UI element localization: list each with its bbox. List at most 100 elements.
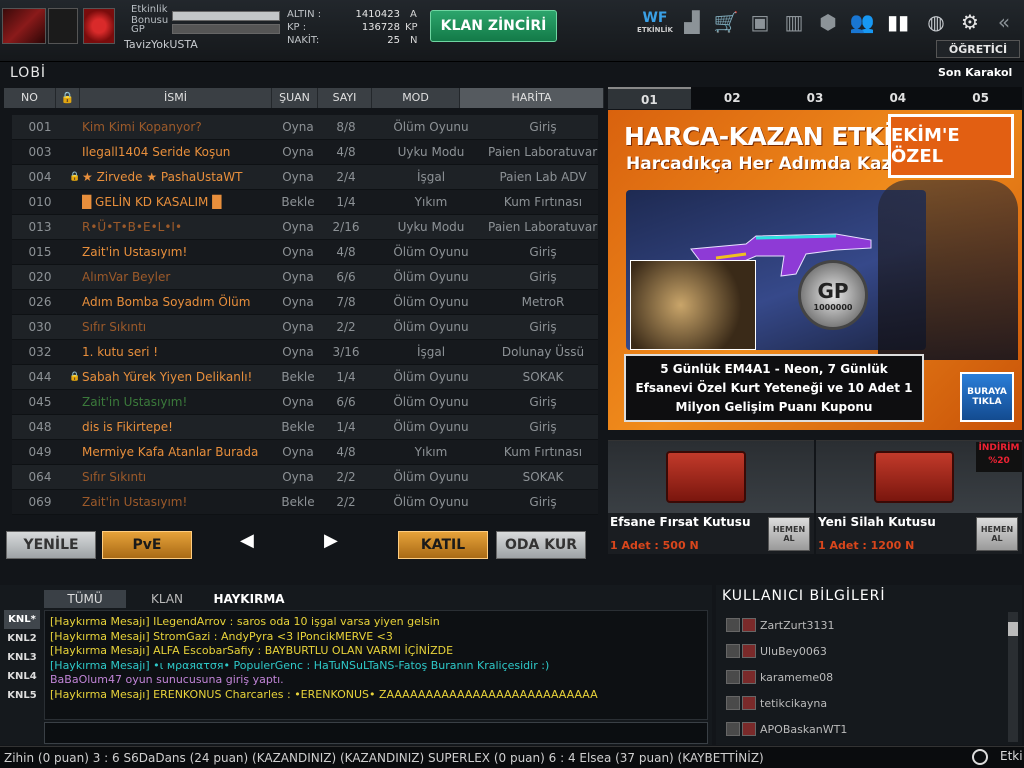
clan-icon xyxy=(742,618,756,632)
column-name[interactable]: İSMİ xyxy=(80,88,272,108)
room-row[interactable]: 003 Ilegall1404 Seride Koşun Oyna 4/8 Uyku M… xyxy=(12,140,598,165)
event-icon[interactable]: WF ETKİNLİK xyxy=(637,8,673,36)
user-icon[interactable] xyxy=(972,749,988,765)
user-list-item[interactable]: karameme08 xyxy=(726,664,1006,690)
match-result-ticker: Zihin (0 puan) 3 : 6 S6DaDans (24 puan) … xyxy=(0,746,1024,768)
room-map: Paien Laboratuvarı xyxy=(488,145,598,159)
tutorial-button[interactable]: ÖĞRETİCİ xyxy=(936,40,1020,58)
column-status[interactable]: ŞUAN xyxy=(272,88,318,108)
scrollbar-thumb[interactable] xyxy=(1008,622,1018,636)
event-banner[interactable]: HARCA-KAZAN ETKİNLİĞİ Harcadıkça Her Adı… xyxy=(608,110,1022,430)
column-map[interactable]: HARİTA xyxy=(460,88,604,108)
prev-page-icon[interactable]: ◀ xyxy=(240,530,254,551)
clan-logo[interactable] xyxy=(2,8,46,44)
room-row[interactable]: 010 █ GELİN KD KASALIM █ Bekle 1/4 Yıkım Kum … xyxy=(12,190,598,215)
channel-2[interactable]: KNL2 xyxy=(4,629,40,648)
room-number: 064 xyxy=(28,470,52,484)
room-map: Paien Lab ADV xyxy=(499,170,587,184)
column-mode[interactable]: MOD xyxy=(372,88,460,108)
discount-badge: İNDİRİM %20 xyxy=(976,442,1022,472)
room-row[interactable]: 044 🔒 Sabah Yürek Yiyen Delikanlı! Bekle 1/4… xyxy=(12,365,598,390)
room-row[interactable]: 049 Mermiye Kafa Atanlar Burada Oyna 4/8 Yık… xyxy=(12,440,598,465)
room-row[interactable]: 045 Zait'in Ustasıyım! Oyna 6/6 Ölüm Oyunu Gi… xyxy=(12,390,598,415)
characters-image xyxy=(878,180,1018,360)
user-list-item[interactable]: UluBey0063 xyxy=(726,638,1006,664)
banner-tab-2[interactable]: 02 xyxy=(691,87,774,109)
clan-icon xyxy=(742,670,756,684)
room-row[interactable]: 030 Sıfır Sıkıntı Oyna 2/2 Ölüm Oyunu Giriş xyxy=(12,315,598,340)
rank-badge-icon[interactable] xyxy=(83,8,115,44)
chest-icon xyxy=(666,451,746,503)
banner-tab-4[interactable]: 04 xyxy=(856,87,939,109)
back-icon[interactable]: « xyxy=(990,8,1018,36)
room-player-count: 6/6 xyxy=(336,270,356,284)
chat-tab-all[interactable]: TÜMÜ xyxy=(44,590,126,608)
inventory-icon[interactable]: ▣ xyxy=(746,8,774,36)
chat-tab-shout[interactable]: HAYKIRMA xyxy=(208,590,290,608)
clan-chain-button[interactable]: KLAN ZİNCİRİ xyxy=(430,10,557,42)
room-row[interactable]: 001 Kim Kimi Kopanyor? Oyna 8/8 Ölüm Oyunu Gi… xyxy=(12,115,598,140)
next-page-icon[interactable]: ▶ xyxy=(324,530,338,551)
room-row[interactable]: 032 1. kutu seri ! Oyna 3/16 İşgal Dolunay Üs… xyxy=(12,340,598,365)
user-list-item[interactable]: APOBaskanWT1 xyxy=(726,716,1006,742)
room-row[interactable]: 069 Zait'in Ustasıyım! Bekle 2/2 Ölüm Oyunu G… xyxy=(12,490,598,515)
room-status: Oyna xyxy=(282,245,314,259)
room-lock-icon xyxy=(68,465,82,489)
gear-icon[interactable]: ⚙ xyxy=(956,8,984,36)
friends-icon[interactable]: 👥 xyxy=(848,8,876,36)
room-name: Zait'in Ustasıyım! xyxy=(82,395,188,409)
room-status: Oyna xyxy=(282,220,314,234)
cash-label: NAKİT: xyxy=(287,35,320,46)
buy-now-button[interactable]: HEMEN AL xyxy=(976,517,1018,551)
room-row[interactable]: 020 AlımVar Beyler Oyna 6/6 Ölüm Oyunu Giriş xyxy=(12,265,598,290)
room-row[interactable]: 013 R•Ü•T•B•E•L•I• Oyna 2/16 Uyku Modu Paien … xyxy=(12,215,598,240)
shop-item-price: 1 Adet : 1200 N xyxy=(818,539,915,552)
globe-icon[interactable]: ◍ xyxy=(922,8,950,36)
user-list-scrollbar[interactable] xyxy=(1008,612,1018,742)
room-lock-icon xyxy=(68,390,82,414)
column-no[interactable]: NO xyxy=(4,88,56,108)
pve-button[interactable]: PvE xyxy=(102,531,192,559)
room-lock-icon xyxy=(68,290,82,314)
storage-icon[interactable]: ▥ xyxy=(780,8,808,36)
shop-item-name: Yeni Silah Kutusu xyxy=(818,515,936,529)
ranking-icon[interactable]: ▮▮ xyxy=(884,8,912,36)
user-list-item[interactable]: tetikcikayna xyxy=(726,690,1006,716)
user-list-item[interactable]: ZartZurt3131 xyxy=(726,612,1006,638)
room-name: Mermiye Kafa Atanlar Burada xyxy=(82,445,259,459)
banner-click-button[interactable]: BURAYA TIKLA xyxy=(960,372,1014,422)
room-map: Giriş xyxy=(529,270,557,284)
join-button[interactable]: KATIL xyxy=(398,531,488,559)
refresh-button[interactable]: YENİLE xyxy=(6,531,96,559)
room-row[interactable]: 064 Sıfır Sıkıntı Oyna 2/2 Ölüm Oyunu SOKAK xyxy=(12,465,598,490)
clan-emblem[interactable] xyxy=(48,8,78,44)
room-row[interactable]: 048 dis is Fikirtepe! Bekle 1/4 Ölüm Oyunu Gi… xyxy=(12,415,598,440)
buy-now-button[interactable]: HEMEN AL xyxy=(768,517,810,551)
column-lock[interactable]: 🔒 xyxy=(56,88,80,108)
column-count[interactable]: SAYI xyxy=(318,88,372,108)
room-row[interactable]: 015 Zait'in Ustasıyım! Oyna 4/8 Ölüm Oyunu Gi… xyxy=(12,240,598,265)
banner-tab-1[interactable]: 01 xyxy=(608,87,691,109)
room-name: R•Ü•T•B•E•L•I• xyxy=(82,220,183,234)
shop-item-1[interactable]: Efsane Fırsat Kutusu 1 Adet : 500 N HEME… xyxy=(608,440,814,554)
channel-5[interactable]: KNL5 xyxy=(4,686,40,705)
create-room-button[interactable]: ODA KUR xyxy=(496,531,586,559)
tutorial-label: ÖĞRETİCİ xyxy=(948,42,1008,56)
channel-4[interactable]: KNL4 xyxy=(4,667,40,686)
room-row[interactable]: 026 Adım Bomba Soyadım Ölüm Oyna 7/8 Ölüm Oy… xyxy=(12,290,598,315)
banner-tab-5[interactable]: 05 xyxy=(939,87,1022,109)
stats-icon[interactable]: ▟ xyxy=(678,8,706,36)
gp-label: GP xyxy=(131,24,145,35)
room-map: SOKAK xyxy=(522,370,564,384)
channel-1[interactable]: KNL* xyxy=(4,610,40,629)
channel-3[interactable]: KNL3 xyxy=(4,648,40,667)
room-status: Oyna xyxy=(282,170,314,184)
gold-unit: A xyxy=(410,9,417,20)
box-icon[interactable]: ⬢ xyxy=(814,8,842,36)
room-row[interactable]: 004 🔒 ★ Zirvede ★ PashaUstaWT Oyna 2/4 İşgal P… xyxy=(12,165,598,190)
cart-icon[interactable]: 🛒 xyxy=(712,8,740,36)
room-lock-icon xyxy=(68,340,82,364)
chat-input[interactable] xyxy=(44,722,708,744)
chat-tab-clan[interactable]: KLAN xyxy=(126,590,208,608)
banner-tab-3[interactable]: 03 xyxy=(774,87,857,109)
